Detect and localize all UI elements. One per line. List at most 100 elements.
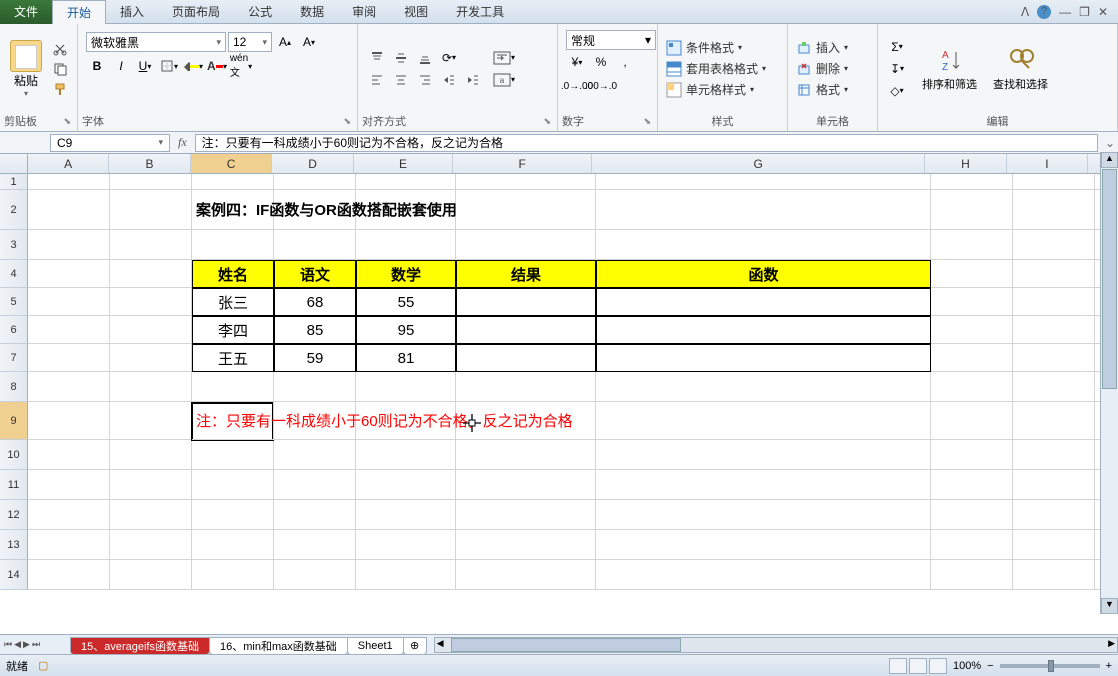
tab-page-layout[interactable]: 页面布局: [158, 0, 234, 24]
decrease-indent-button[interactable]: [438, 70, 460, 90]
cell[interactable]: [596, 560, 931, 590]
cell[interactable]: [110, 260, 192, 288]
cell[interactable]: [456, 190, 596, 230]
vertical-scrollbar[interactable]: ▲ ▼: [1100, 152, 1118, 614]
table-cell[interactable]: [596, 344, 931, 372]
cell[interactable]: [28, 500, 110, 530]
scroll-thumb[interactable]: [1102, 169, 1117, 389]
cell[interactable]: [596, 190, 931, 230]
zoom-level[interactable]: 100%: [953, 660, 981, 672]
align-middle-button[interactable]: [390, 48, 412, 68]
table-format-button[interactable]: 套用表格格式▾: [662, 58, 770, 79]
zoom-slider[interactable]: [1000, 664, 1100, 668]
cell[interactable]: [356, 440, 456, 470]
tab-data[interactable]: 数据: [286, 0, 338, 24]
merge-center-button[interactable]: a▾: [490, 70, 518, 90]
conditional-format-button[interactable]: 条件格式▾: [662, 37, 746, 58]
font-size-select[interactable]: 12▾: [228, 32, 272, 52]
cell[interactable]: [931, 316, 1013, 344]
cell[interactable]: [274, 560, 356, 590]
scroll-up-button[interactable]: ▲: [1101, 152, 1118, 168]
cell[interactable]: [596, 174, 931, 190]
table-cell[interactable]: 68: [274, 288, 356, 316]
cell[interactable]: [931, 402, 1013, 440]
window-minimize-icon[interactable]: —: [1059, 5, 1071, 19]
cell[interactable]: [1013, 344, 1095, 372]
paste-dropdown-icon[interactable]: ▾: [24, 89, 28, 98]
comma-button[interactable]: ,: [614, 52, 636, 72]
bold-button[interactable]: B: [86, 56, 108, 76]
font-name-select[interactable]: 微软雅黑▾: [86, 32, 226, 52]
cell[interactable]: [356, 530, 456, 560]
column-header[interactable]: D: [272, 154, 353, 173]
sheet-first-button[interactable]: ⏮: [4, 639, 12, 650]
increase-font-button[interactable]: A▴: [274, 32, 296, 52]
table-cell[interactable]: 81: [356, 344, 456, 372]
cell[interactable]: [356, 372, 456, 402]
sheet-tab[interactable]: Sheet1: [347, 637, 404, 655]
decrease-font-button[interactable]: A▾: [298, 32, 320, 52]
cell[interactable]: [356, 560, 456, 590]
column-header[interactable]: E: [354, 154, 453, 173]
cell[interactable]: [931, 440, 1013, 470]
row-header[interactable]: 2: [0, 190, 28, 230]
cell[interactable]: [931, 500, 1013, 530]
row-header[interactable]: 1: [0, 174, 28, 190]
cell-title[interactable]: 案例四：IF函数与OR函数搭配嵌套使用: [192, 190, 274, 230]
cell[interactable]: [110, 288, 192, 316]
table-cell[interactable]: [596, 316, 931, 344]
formula-input[interactable]: 注：只要有一科成绩小于60则记为不合格，反之记为合格: [195, 134, 1098, 152]
cell[interactable]: [110, 440, 192, 470]
cell[interactable]: [931, 174, 1013, 190]
cell[interactable]: [110, 530, 192, 560]
zoom-out-button[interactable]: −: [987, 660, 993, 672]
alignment-dialog-launcher[interactable]: ⬊: [543, 116, 553, 127]
tab-home[interactable]: 开始: [52, 0, 106, 24]
cell[interactable]: [110, 316, 192, 344]
italic-button[interactable]: I: [110, 56, 132, 76]
cell[interactable]: [28, 230, 110, 260]
tab-insert[interactable]: 插入: [106, 0, 158, 24]
cell[interactable]: [1013, 316, 1095, 344]
orientation-button[interactable]: ⟳▾: [438, 48, 460, 68]
cell[interactable]: [1013, 560, 1095, 590]
table-cell[interactable]: 张三: [192, 288, 274, 316]
clipboard-dialog-launcher[interactable]: ⬊: [63, 116, 73, 127]
table-cell[interactable]: 55: [356, 288, 456, 316]
cell[interactable]: [192, 530, 274, 560]
tab-view[interactable]: 视图: [390, 0, 442, 24]
cell[interactable]: [456, 230, 596, 260]
sheet-last-button[interactable]: ⏭: [32, 639, 40, 650]
row-header[interactable]: 14: [0, 560, 28, 590]
cell[interactable]: [110, 560, 192, 590]
column-header[interactable]: C: [191, 154, 272, 173]
cell[interactable]: [192, 440, 274, 470]
cell[interactable]: [110, 190, 192, 230]
cell[interactable]: [274, 174, 356, 190]
column-header[interactable]: H: [925, 154, 1006, 173]
number-dialog-launcher[interactable]: ⬊: [643, 116, 653, 127]
cell[interactable]: [456, 372, 596, 402]
underline-button[interactable]: U▾: [134, 56, 156, 76]
cell[interactable]: [596, 530, 931, 560]
cell[interactable]: [1013, 190, 1095, 230]
cell[interactable]: [110, 470, 192, 500]
cell[interactable]: [1013, 372, 1095, 402]
scroll-down-button[interactable]: ▼: [1101, 598, 1118, 614]
sheet-tab[interactable]: 15、averageifs函数基础: [70, 637, 210, 655]
cell[interactable]: [596, 440, 931, 470]
cell[interactable]: [28, 316, 110, 344]
tab-formulas[interactable]: 公式: [234, 0, 286, 24]
cell[interactable]: [1013, 500, 1095, 530]
row-header[interactable]: 8: [0, 372, 28, 402]
cell[interactable]: [110, 230, 192, 260]
table-cell[interactable]: [456, 316, 596, 344]
cell[interactable]: [192, 560, 274, 590]
cell[interactable]: [110, 174, 192, 190]
insert-function-button[interactable]: fx: [170, 135, 195, 150]
page-break-view-button[interactable]: [929, 658, 947, 674]
cell[interactable]: [274, 440, 356, 470]
tab-review[interactable]: 审阅: [338, 0, 390, 24]
cell[interactable]: [931, 190, 1013, 230]
percent-button[interactable]: %: [590, 52, 612, 72]
